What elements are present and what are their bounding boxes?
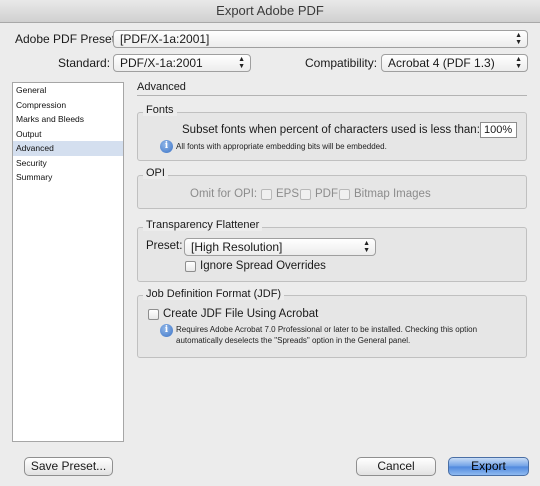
create-jdf-label: Create JDF File Using Acrobat	[163, 308, 319, 320]
flattener-preset-popup[interactable]: [High Resolution] ▲ ▼	[184, 238, 376, 256]
preset-label: Adobe PDF Preset:	[15, 32, 119, 46]
standard-value: PDF/X-1a:2001	[120, 56, 203, 70]
eps-checkbox[interactable]	[261, 189, 272, 200]
section-divider	[137, 95, 527, 96]
transparency-group-title: Transparency Flattener	[143, 219, 263, 231]
fonts-info-text: All fonts with appropriate embedding bit…	[176, 142, 387, 151]
flattener-preset-value: [High Resolution]	[191, 240, 283, 254]
info-icon: i	[160, 324, 173, 337]
info-icon: i	[160, 140, 173, 153]
sidebar-item-marks-and-bleeds[interactable]: Marks and Bleeds	[13, 112, 123, 127]
omit-for-opi-label: Omit for OPI:	[190, 188, 258, 200]
subset-fonts-label: Subset fonts when percent of characters …	[182, 124, 480, 136]
jdf-group-title: Job Definition Format (JDF)	[143, 288, 285, 300]
bitmap-images-label: Bitmap Images	[354, 188, 431, 200]
create-jdf-checkbox[interactable]	[148, 309, 159, 320]
chevron-updown-icon: ▲ ▼	[515, 56, 522, 70]
chevron-updown-icon: ▲ ▼	[515, 32, 522, 46]
sidebar-item-summary[interactable]: Summary	[13, 170, 123, 185]
sidebar-item-compression[interactable]: Compression	[13, 98, 123, 113]
compatibility-popup[interactable]: Acrobat 4 (PDF 1.3) ▲ ▼	[381, 54, 528, 72]
ignore-spread-overrides-checkbox[interactable]	[185, 261, 196, 272]
preset-value: [PDF/X-1a:2001]	[120, 32, 210, 46]
window-title-bar: Export Adobe PDF	[0, 0, 540, 23]
compatibility-label: Compatibility:	[305, 56, 378, 70]
fonts-group	[137, 112, 527, 161]
eps-label: EPS	[276, 188, 300, 200]
sidebar-item-advanced[interactable]: Advanced	[13, 141, 123, 156]
standard-popup[interactable]: PDF/X-1a:2001 ▲ ▼	[113, 54, 251, 72]
compatibility-value: Acrobat 4 (PDF 1.3)	[388, 56, 495, 70]
ignore-spread-overrides-label: Ignore Spread Overrides	[200, 260, 326, 272]
sidebar-item-security[interactable]: Security	[13, 156, 123, 171]
sidebar-item-output[interactable]: Output	[13, 127, 123, 142]
pdf-label: PDF	[315, 188, 338, 200]
export-button[interactable]: Export	[448, 457, 529, 476]
save-preset-button[interactable]: Save Preset...	[24, 457, 113, 476]
jdf-info-line-1: Requires Adobe Acrobat 7.0 Professional …	[176, 325, 478, 334]
subset-percent-field[interactable]: 100%	[480, 122, 517, 138]
preset-popup[interactable]: [PDF/X-1a:2001] ▲ ▼	[113, 30, 528, 48]
cancel-button[interactable]: Cancel	[356, 457, 436, 476]
window-title: Export Adobe PDF	[216, 3, 324, 18]
pdf-checkbox[interactable]	[300, 189, 311, 200]
flattener-preset-label: Preset:	[146, 240, 183, 252]
fonts-group-title: Fonts	[143, 104, 177, 116]
chevron-updown-icon: ▲ ▼	[363, 240, 370, 254]
chevron-updown-icon: ▲ ▼	[238, 56, 245, 70]
standard-label: Standard:	[58, 56, 111, 70]
opi-group-title: OPI	[143, 167, 168, 179]
section-title: Advanced	[137, 81, 186, 93]
sidebar-item-general[interactable]: General	[13, 83, 123, 98]
category-list: General Compression Marks and Bleeds Out…	[12, 82, 124, 442]
jdf-info-line-2: automatically deselects the "Spreads" op…	[176, 336, 411, 345]
bitmap-images-checkbox[interactable]	[339, 189, 350, 200]
